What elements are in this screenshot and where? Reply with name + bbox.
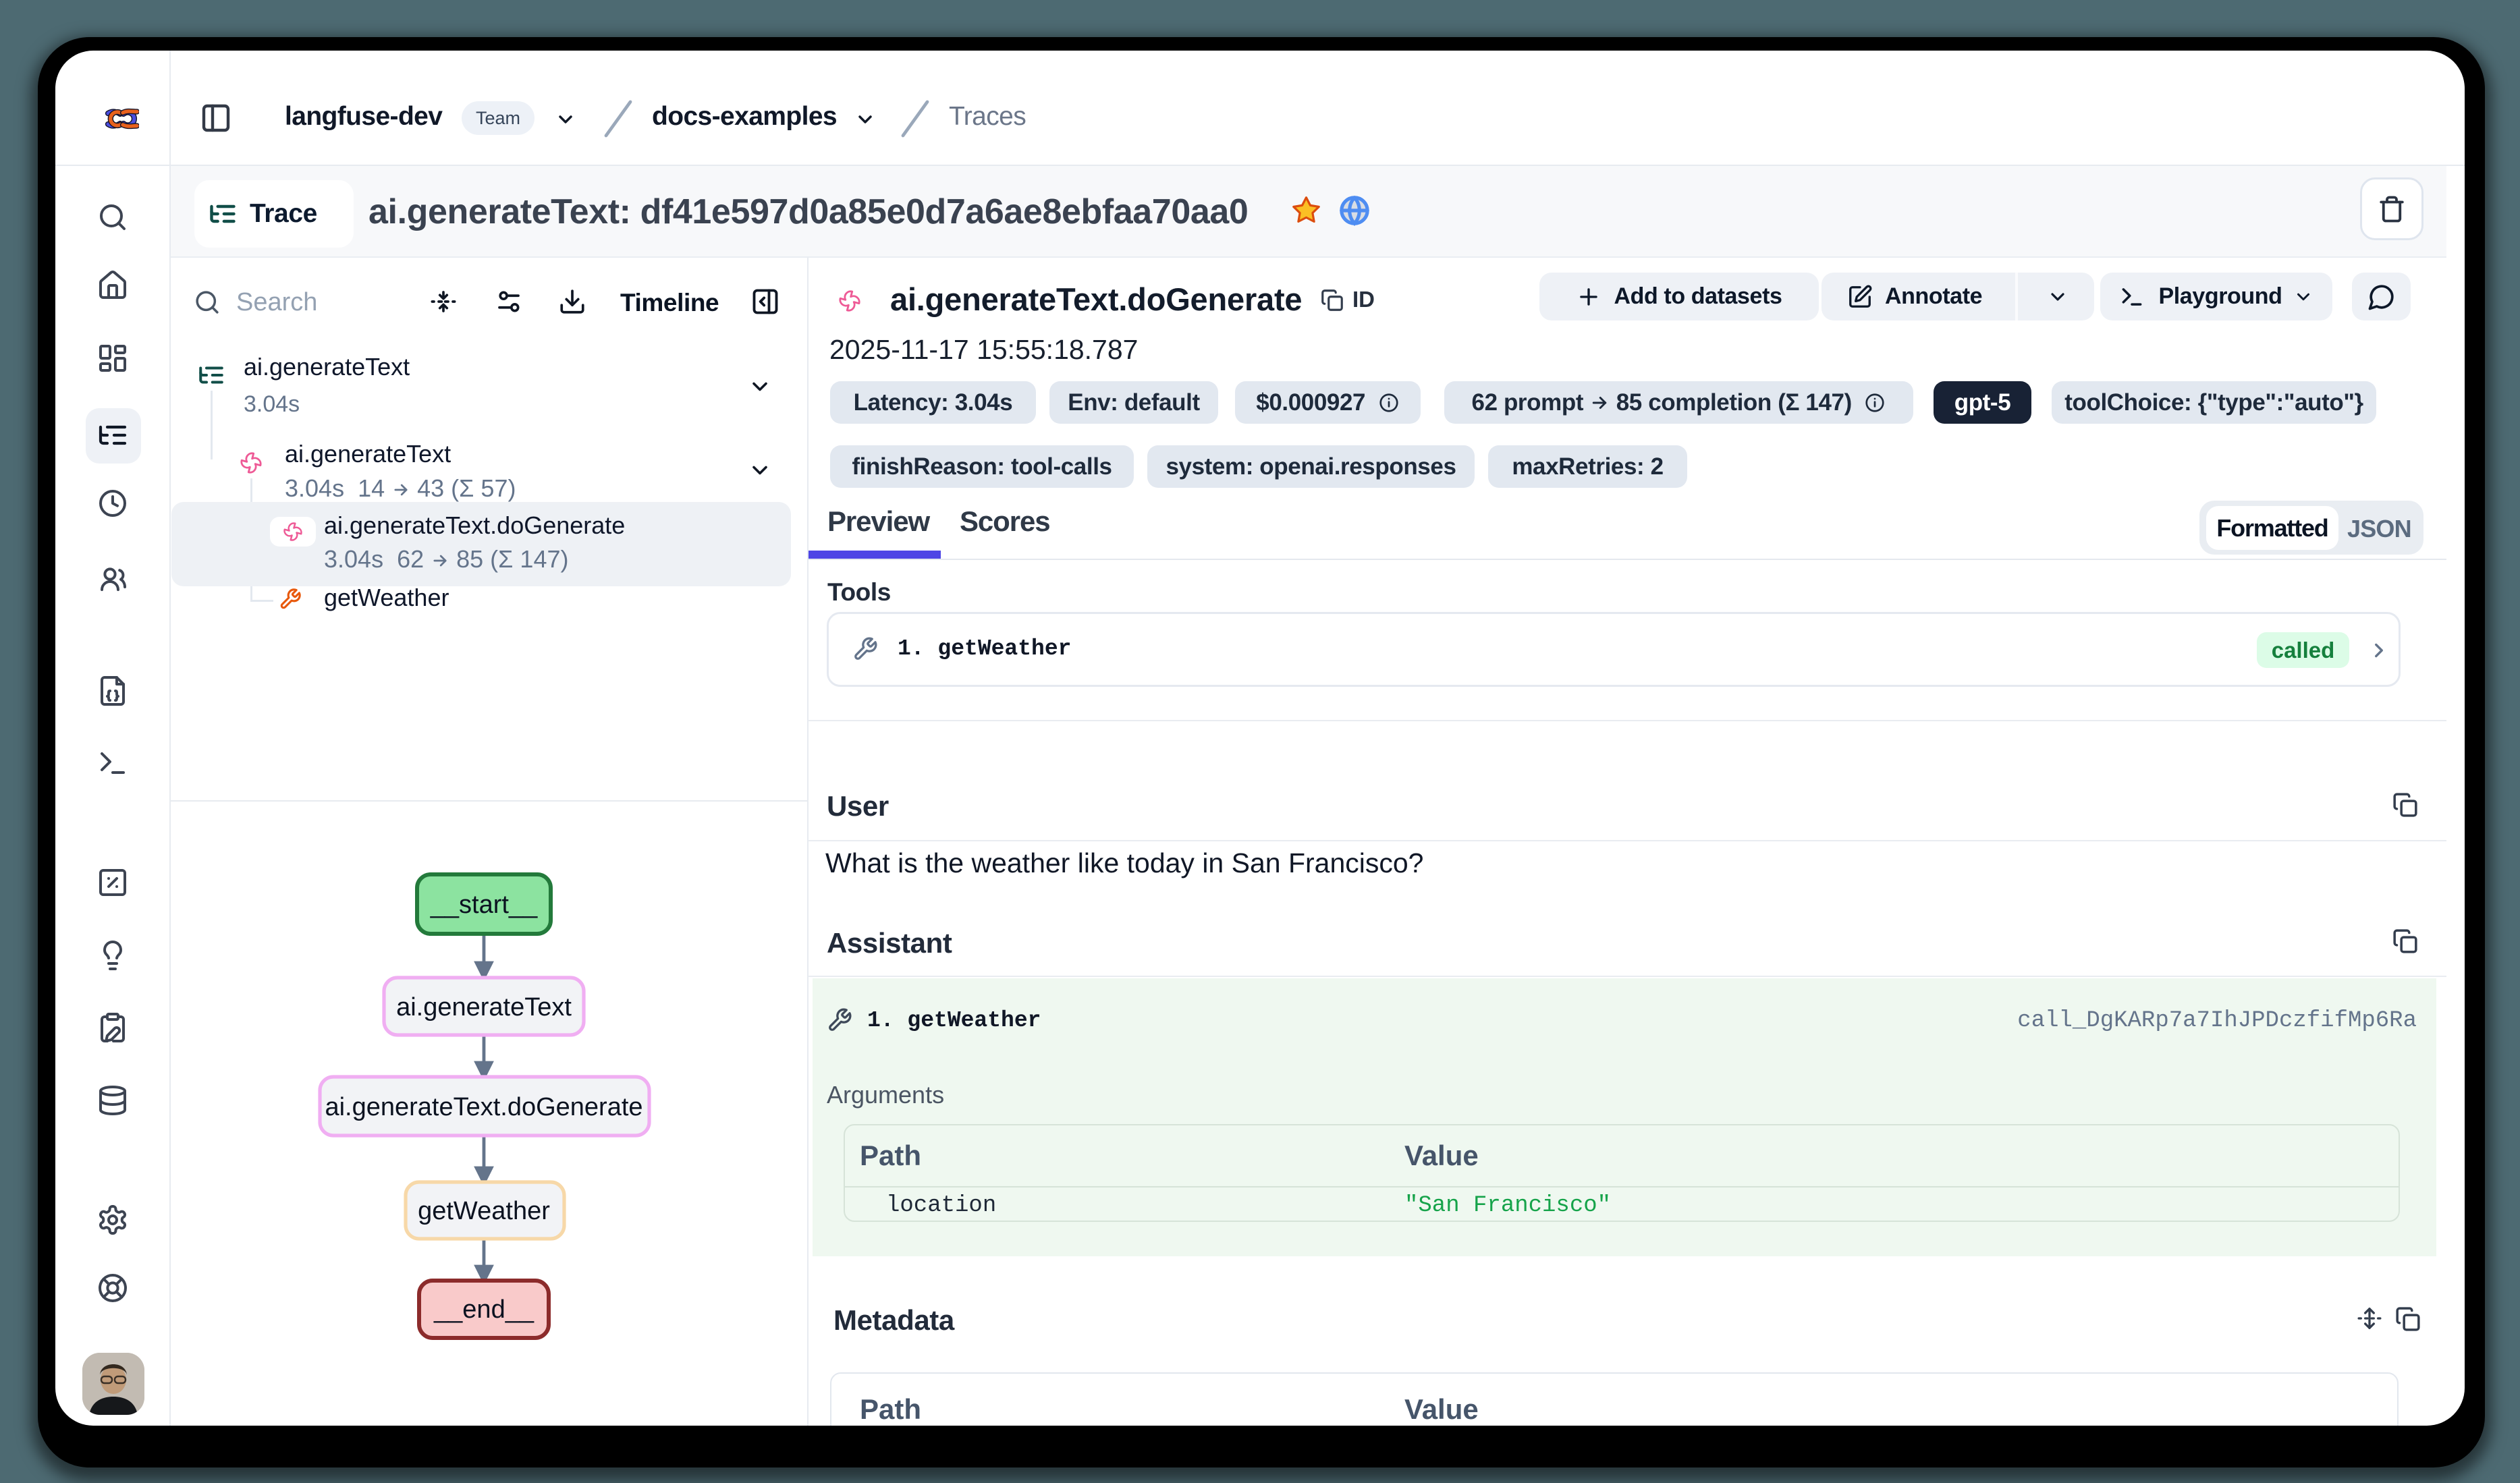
svg-text:__end__: __end__ [433,1295,535,1324]
svg-text:__start__: __start__ [430,891,538,919]
svg-text:ai.generateText.doGenerate: ai.generateText.doGenerate [325,1093,642,1121]
svg-text:ai.generateText: ai.generateText [396,993,572,1022]
svg-text:getWeather: getWeather [418,1197,550,1225]
